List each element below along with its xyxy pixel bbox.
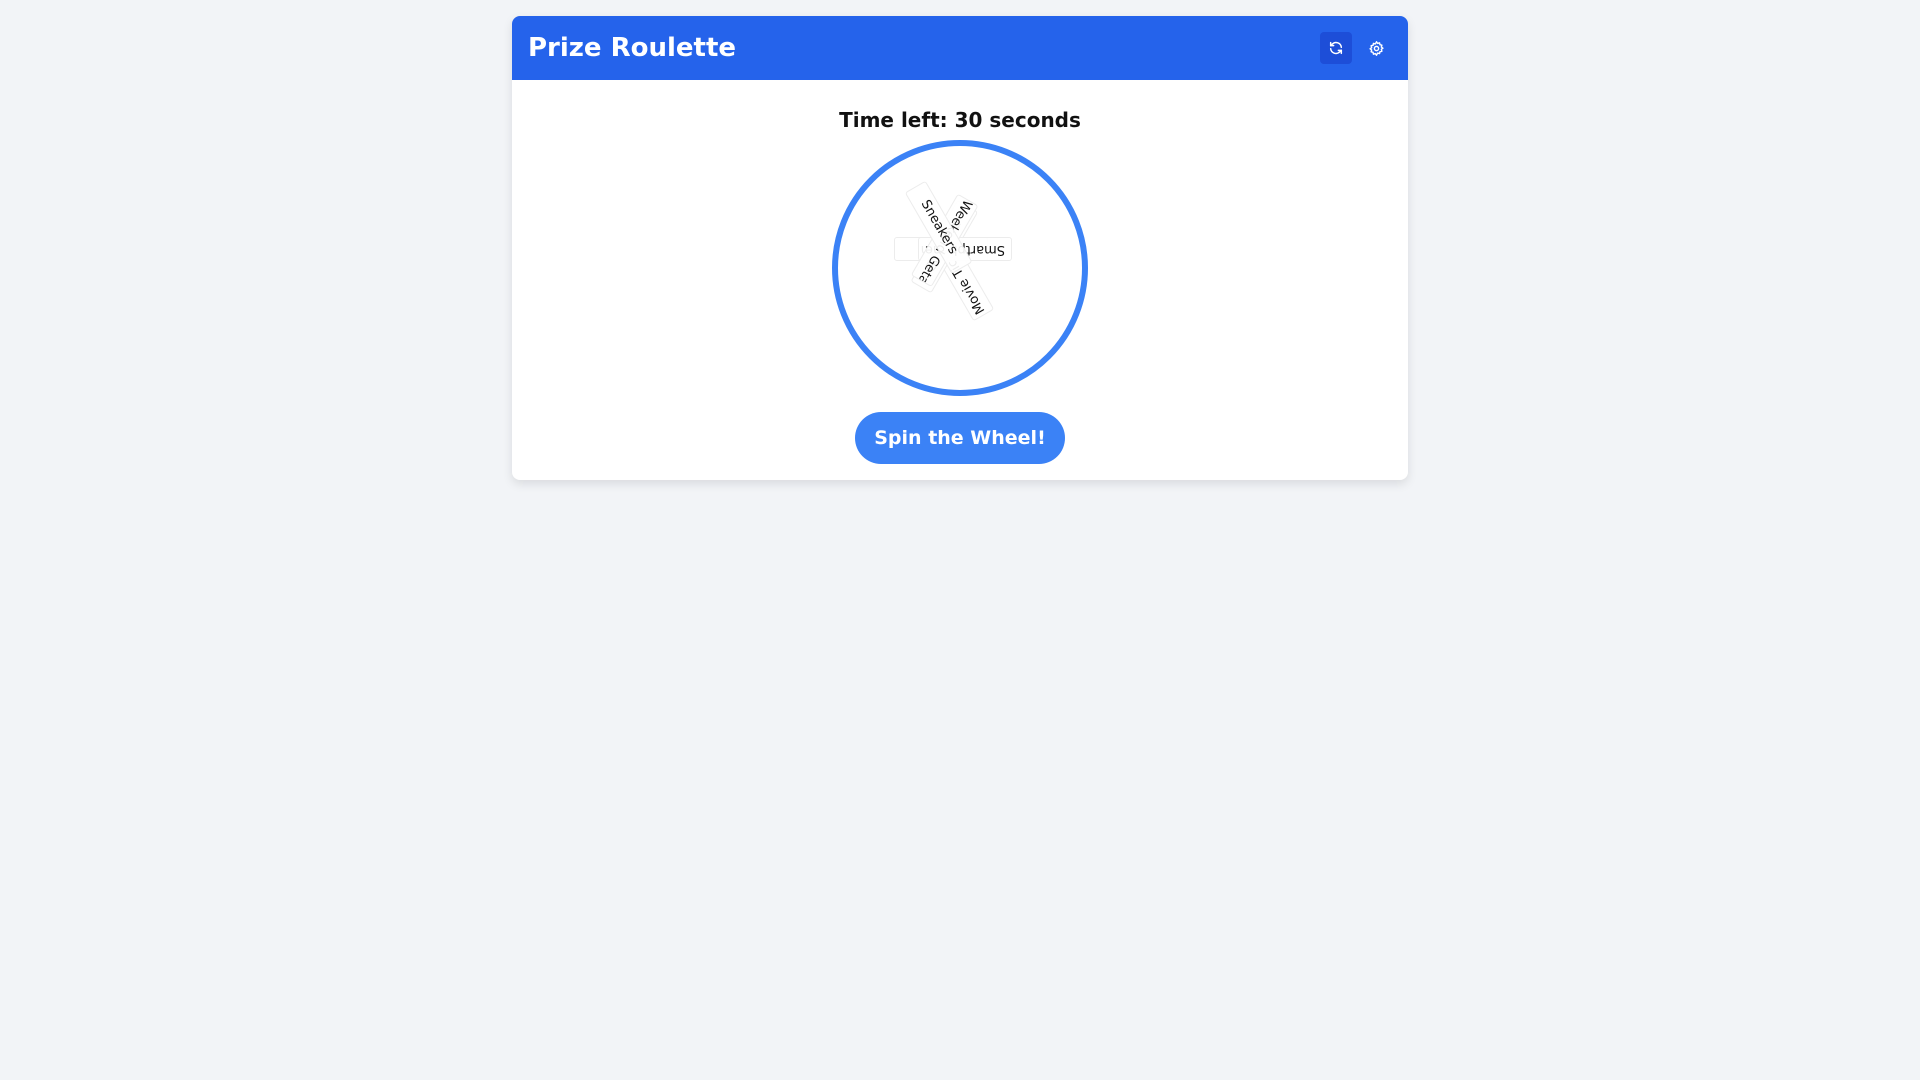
gear-icon (1368, 40, 1385, 57)
roulette-card: Prize Roulette Time left: 30 seconds Mov… (512, 16, 1408, 480)
app-header: Prize Roulette (512, 16, 1408, 80)
prize-wheel: Watch Movie Tickets Gift Card Smartphone… (832, 140, 1088, 396)
spin-button[interactable]: Spin the Wheel! (855, 412, 1065, 464)
app-title: Prize Roulette (528, 33, 737, 63)
time-left-text: Time left: 30 seconds (839, 108, 1081, 132)
refresh-icon (1328, 40, 1344, 56)
refresh-button[interactable] (1320, 32, 1352, 64)
settings-button[interactable] (1360, 32, 1392, 64)
